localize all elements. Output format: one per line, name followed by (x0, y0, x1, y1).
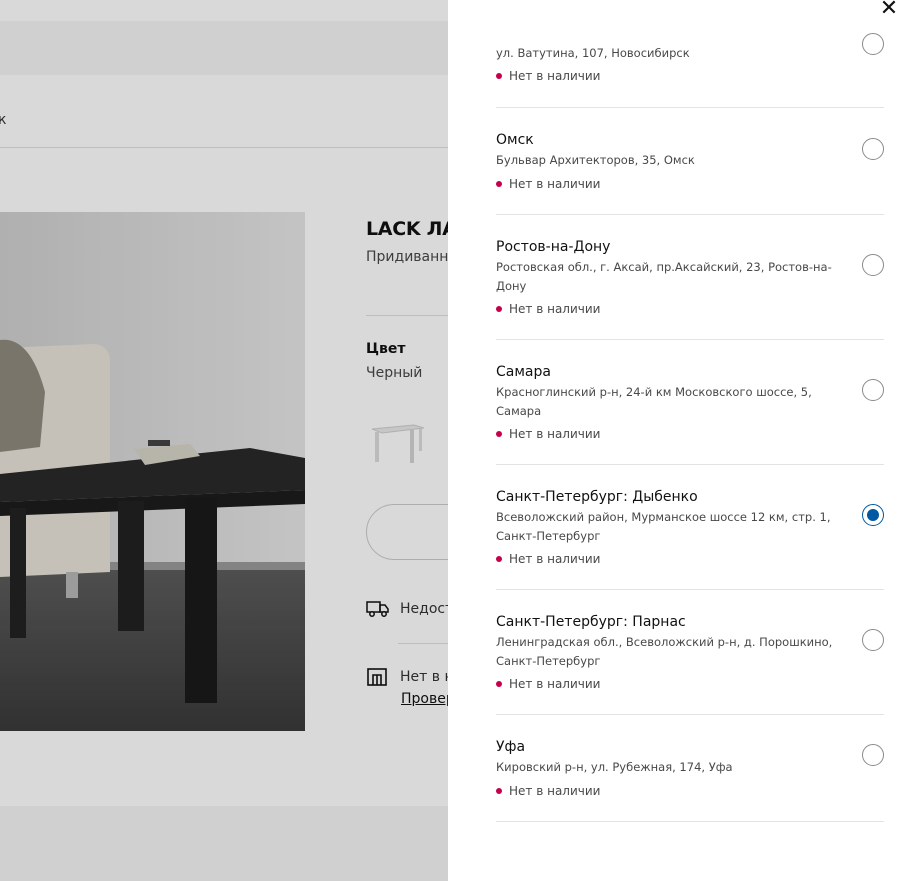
out-of-stock-dot-icon (496, 430, 502, 437)
stock-status-text: Нет в наличии (509, 427, 601, 441)
store-radio[interactable] (862, 138, 884, 160)
stock-status: Нет в наличии (496, 552, 600, 566)
store-radio-selected[interactable] (862, 504, 884, 526)
stock-status: Нет в наличии (496, 677, 600, 691)
store-radio[interactable] (862, 744, 884, 766)
store-name: Ростов-на-Дону (496, 239, 611, 255)
store-address: Бульвар Архитекторов, 35, Омск (496, 153, 695, 167)
store-name: Самара (496, 364, 551, 380)
stock-status: Нет в наличии (496, 302, 600, 316)
store-name: Уфа (496, 739, 526, 755)
store-option[interactable]: Самара Красноглинский р-н, 24-й км Моско… (496, 339, 884, 465)
out-of-stock-dot-icon (496, 787, 502, 794)
store-option[interactable]: Омск Бульвар Архитекторов, 35, Омск Нет … (496, 107, 884, 215)
stock-status-text: Нет в наличии (509, 177, 601, 191)
store-option-selected[interactable]: Санкт-Петербург: Дыбенко Всеволожский ра… (496, 464, 884, 590)
out-of-stock-dot-icon (496, 305, 502, 312)
store-name: Омск (496, 132, 534, 148)
stock-status-text: Нет в наличии (509, 784, 601, 798)
stock-status-text: Нет в наличии (509, 552, 601, 566)
store-name: Санкт-Петербург: Парнас (496, 614, 686, 630)
stock-status: Нет в наличии (496, 784, 600, 798)
stock-status-text: Нет в наличии (509, 302, 601, 316)
store-option[interactable]: Ростов-на-Дону Ростовская обл., г. Аксай… (496, 214, 884, 340)
store-option[interactable]: Санкт-Петербург: Парнас Ленинградская об… (496, 589, 884, 715)
store-selector-panel: ✕ ул. Ватутина, 107, Новосибирск Нет в н… (448, 0, 910, 881)
store-address: Кировский р-н, ул. Рубежная, 174, Уфа (496, 760, 733, 774)
store-address: Ленинградская обл., Всеволожский р-н, д.… (496, 635, 833, 668)
out-of-stock-dot-icon (496, 680, 502, 687)
store-address: Красноглинский р-н, 24-й км Московского … (496, 385, 812, 418)
store-radio[interactable] (862, 629, 884, 651)
stock-status: Нет в наличии (496, 427, 600, 441)
store-address: Всеволожский район, Мурманское шоссе 12 … (496, 510, 831, 543)
store-radio[interactable] (862, 379, 884, 401)
out-of-stock-dot-icon (496, 555, 502, 562)
store-name: Санкт-Петербург: Дыбенко (496, 489, 698, 505)
store-radio[interactable] (862, 254, 884, 276)
store-address: Ростовская обл., г. Аксай, пр.Аксайский,… (496, 260, 832, 293)
store-option[interactable]: Уфа Кировский р-н, ул. Рубежная, 174, Уф… (496, 714, 884, 822)
stock-status-text: Нет в наличии (509, 69, 601, 83)
store-radio[interactable] (862, 33, 884, 55)
stock-status: Нет в наличии (496, 177, 600, 191)
out-of-stock-dot-icon (496, 180, 502, 187)
store-address: ул. Ватутина, 107, Новосибирск (496, 46, 690, 60)
stock-status: Нет в наличии (496, 69, 600, 83)
stock-status-text: Нет в наличии (509, 677, 601, 691)
out-of-stock-dot-icon (496, 72, 502, 79)
store-option[interactable]: ул. Ватутина, 107, Новосибирск Нет в нал… (496, 0, 884, 108)
